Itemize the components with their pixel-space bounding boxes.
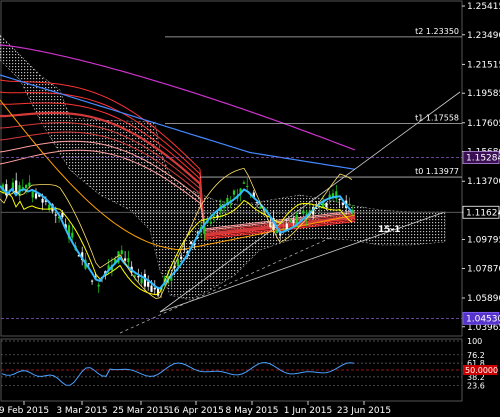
candle-body [341,203,344,205]
time-tick-label: 25 Mar 2015 [112,406,169,416]
osc-level-label: 23.6 [467,381,485,390]
fib-level-label: t2 1.23350 [415,27,459,36]
candle-body [137,276,140,278]
candle-body [140,278,143,284]
candle-body [54,214,57,216]
candle-body [25,184,28,188]
time-tick-label: 1 Jun 2015 [284,406,332,416]
candle-body [259,206,262,209]
candle-body [31,191,34,198]
price-tick-label: 1.07870 [467,264,500,274]
candle-body [34,193,38,199]
time-tick-label: 8 May 2015 [226,406,279,416]
candle-body [133,275,137,277]
price-tick-label: 1.25415 [467,2,500,12]
candle-body [120,250,123,255]
time-tick-label: 3 Mar 2015 [56,406,107,416]
osc-current-label: 50.0000 [465,366,498,375]
candle-body [143,273,146,287]
candle-body [348,203,351,205]
candle-body [41,198,44,203]
price-tick-label: 1.23490 [467,31,500,41]
price-tick-label: 1.05890 [467,294,500,304]
candle-body [91,280,94,282]
candle-body [282,228,285,230]
candle-body [150,285,153,292]
candle-body [275,230,278,234]
fib-level-label: t0 1.13977 [415,167,459,176]
candle-body [325,202,328,208]
price-tick-label: 1.09795 [467,236,500,246]
wave-annotation: 15-1 [378,225,401,235]
candle-body [147,281,150,287]
candle-body [28,182,31,187]
price-tick-label: 1.19585 [467,89,500,99]
candle-body [292,219,295,224]
candle-body [87,263,90,265]
candle-body [190,241,193,244]
candle-body [232,190,236,195]
price-tag-label: 1.11624 [466,208,500,218]
candle-body [180,256,183,259]
price-tick-label: 1.13700 [467,177,500,187]
candle-body [127,258,130,263]
time-tick-label: 23 Jun 2015 [337,406,391,416]
candle-body [157,288,160,296]
candle-body [97,284,100,287]
forex-chart[interactable]: t2 1.23350 t1 1.17558 t0 1.13977 15-1 1.25… [0,0,500,417]
candle-body [71,232,74,238]
fib-level-label: t1 1.17558 [415,114,459,123]
osc-level-label: 100 [467,337,482,346]
price-tag-label: 1.15284 [466,154,500,164]
price-tick-label: 1.21515 [467,60,500,70]
price-tick-label: 1.17605 [467,119,500,129]
price-tag-label: 1.04530 [466,314,500,324]
candle-body [124,258,127,261]
candle-body [242,182,245,184]
candle-body [153,287,156,290]
candle-body [302,210,305,214]
candle-body [246,185,249,187]
candle-body [298,213,302,215]
candle-body [209,221,212,224]
candle-body [338,199,341,201]
time-tick-label: 16 Apr 2015 [168,406,224,416]
candle-body [183,248,186,250]
time-tick-label: 9 Feb 2015 [0,406,49,416]
candle-body [289,220,292,223]
